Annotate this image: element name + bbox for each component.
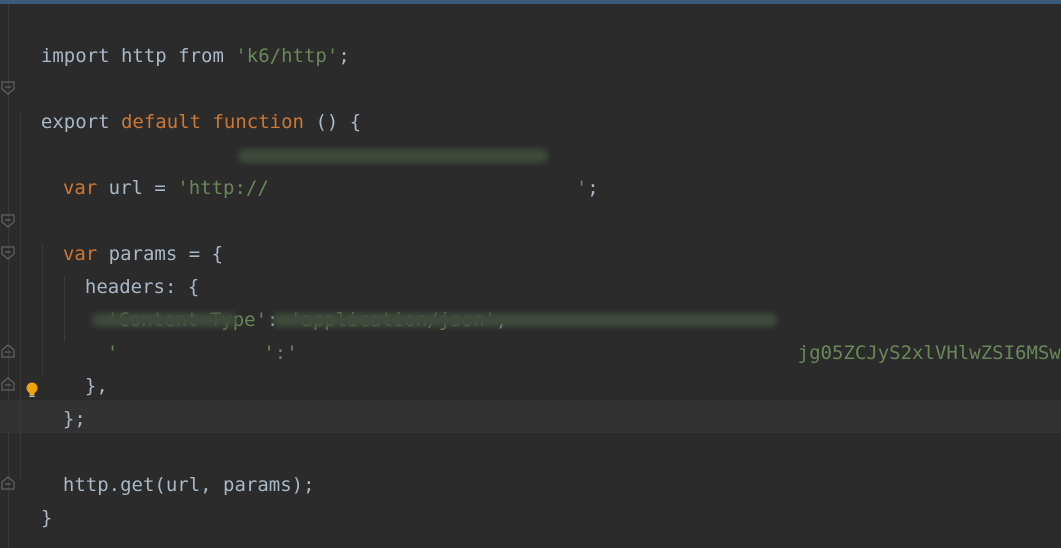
code-token: }; [62, 408, 86, 430]
code-token: jg05ZCJyS2xlVHlwZSI6MSwiY2F [797, 342, 1061, 364]
current-line-highlight [0, 400, 1061, 433]
code-line[interactable]: http.get(url, params); [40, 436, 315, 496]
redaction-blur [92, 313, 237, 327]
code-token: url = [97, 177, 178, 199]
fold-open-icon[interactable] [1, 81, 15, 95]
code-token: () { [304, 111, 362, 133]
redaction-blur [272, 313, 777, 327]
fold-open-icon[interactable] [1, 246, 15, 260]
redaction-blur [238, 149, 548, 163]
code-token: http.get(url, params); [62, 474, 315, 496]
code-token: export [40, 111, 121, 133]
code-token: }, [84, 375, 108, 397]
code-token: 'http:// [177, 177, 269, 199]
code-token: ' [106, 342, 119, 364]
code-token: ; [587, 177, 599, 199]
code-line[interactable]: export default function () { [18, 73, 361, 133]
code-token: } [40, 507, 53, 529]
fold-open-icon[interactable] [1, 214, 15, 228]
code-token: ':' [263, 342, 298, 364]
code-token: import http from [40, 45, 236, 67]
code-line[interactable]: }; [40, 370, 86, 430]
code-line[interactable]: headers: { [62, 238, 199, 298]
code-line[interactable]: import http from 'k6/http'; [18, 7, 350, 67]
code-token: 'k6/http' [235, 45, 339, 67]
indent-guide [20, 112, 21, 480]
code-token: ' [575, 177, 588, 199]
lightbulb-icon[interactable] [25, 381, 39, 399]
code-token: default function [120, 111, 304, 133]
code-line[interactable]: 'Content-Type': 'application/json', [84, 271, 507, 331]
fold-close-icon[interactable] [1, 476, 15, 490]
code-token: var [62, 177, 98, 199]
code-line[interactable]: var params = { [40, 205, 223, 265]
code-line[interactable]: } [18, 469, 52, 529]
fold-close-icon[interactable] [1, 377, 15, 391]
code-token: ; [338, 45, 350, 67]
fold-close-icon[interactable] [1, 344, 15, 358]
code-line[interactable]: }, [62, 337, 108, 397]
